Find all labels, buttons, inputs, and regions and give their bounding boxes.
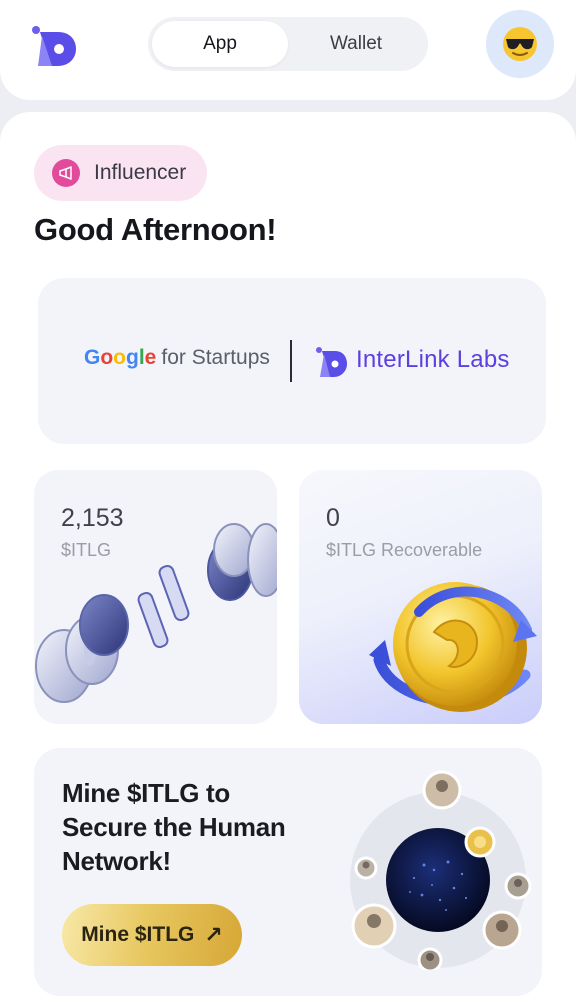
greeting-title: Good Afternoon! [34, 212, 277, 247]
interlink-logo-icon[interactable] [28, 22, 78, 68]
interlink-labs-wordmark: InterLink Labs [356, 346, 510, 373]
top-header: App Wallet [0, 0, 576, 100]
main-panel: Influencer Good Afternoon! Google for St… [0, 112, 576, 1000]
google-for-startups-logo: Google for Startups [84, 346, 270, 370]
partner-banner: Google for Startups InterLink Labs [38, 278, 546, 444]
mine-title-line-2: Secure the Human [62, 812, 286, 842]
balance-card[interactable]: 2,153 $ITLG [34, 470, 277, 724]
app-wallet-toggle: App Wallet [148, 17, 428, 71]
google-suffix: for Startups [161, 346, 270, 369]
tab-wallet[interactable]: Wallet [288, 21, 424, 67]
sunglasses-face-icon [503, 27, 537, 61]
avatar[interactable] [486, 10, 554, 78]
gold-coin-refresh-illustration [369, 582, 537, 712]
mine-card: Mine $ITLG to Secure the Human Network! … [34, 748, 542, 996]
mine-button-label: Mine $ITLG [81, 923, 195, 946]
badge-label: Influencer [94, 161, 187, 184]
coins-illustration [35, 523, 277, 703]
tab-app[interactable]: App [152, 21, 288, 67]
mine-title-line-1: Mine $ITLG to [62, 778, 230, 808]
mine-title-line-3: Network! [62, 846, 171, 876]
mine-button[interactable]: Mine $ITLG ↗ [62, 904, 242, 966]
megaphone-icon [52, 159, 80, 187]
role-badge: Influencer [34, 145, 207, 201]
google-wordmark: Google [84, 346, 157, 369]
arrow-up-right-icon: ↗ [204, 922, 223, 947]
recoverable-card[interactable]: 0 $ITLG Recoverable [299, 470, 542, 724]
interlink-logo-icon [316, 347, 347, 377]
human-network-globe-illustration [350, 770, 532, 970]
partner-divider [290, 340, 292, 382]
